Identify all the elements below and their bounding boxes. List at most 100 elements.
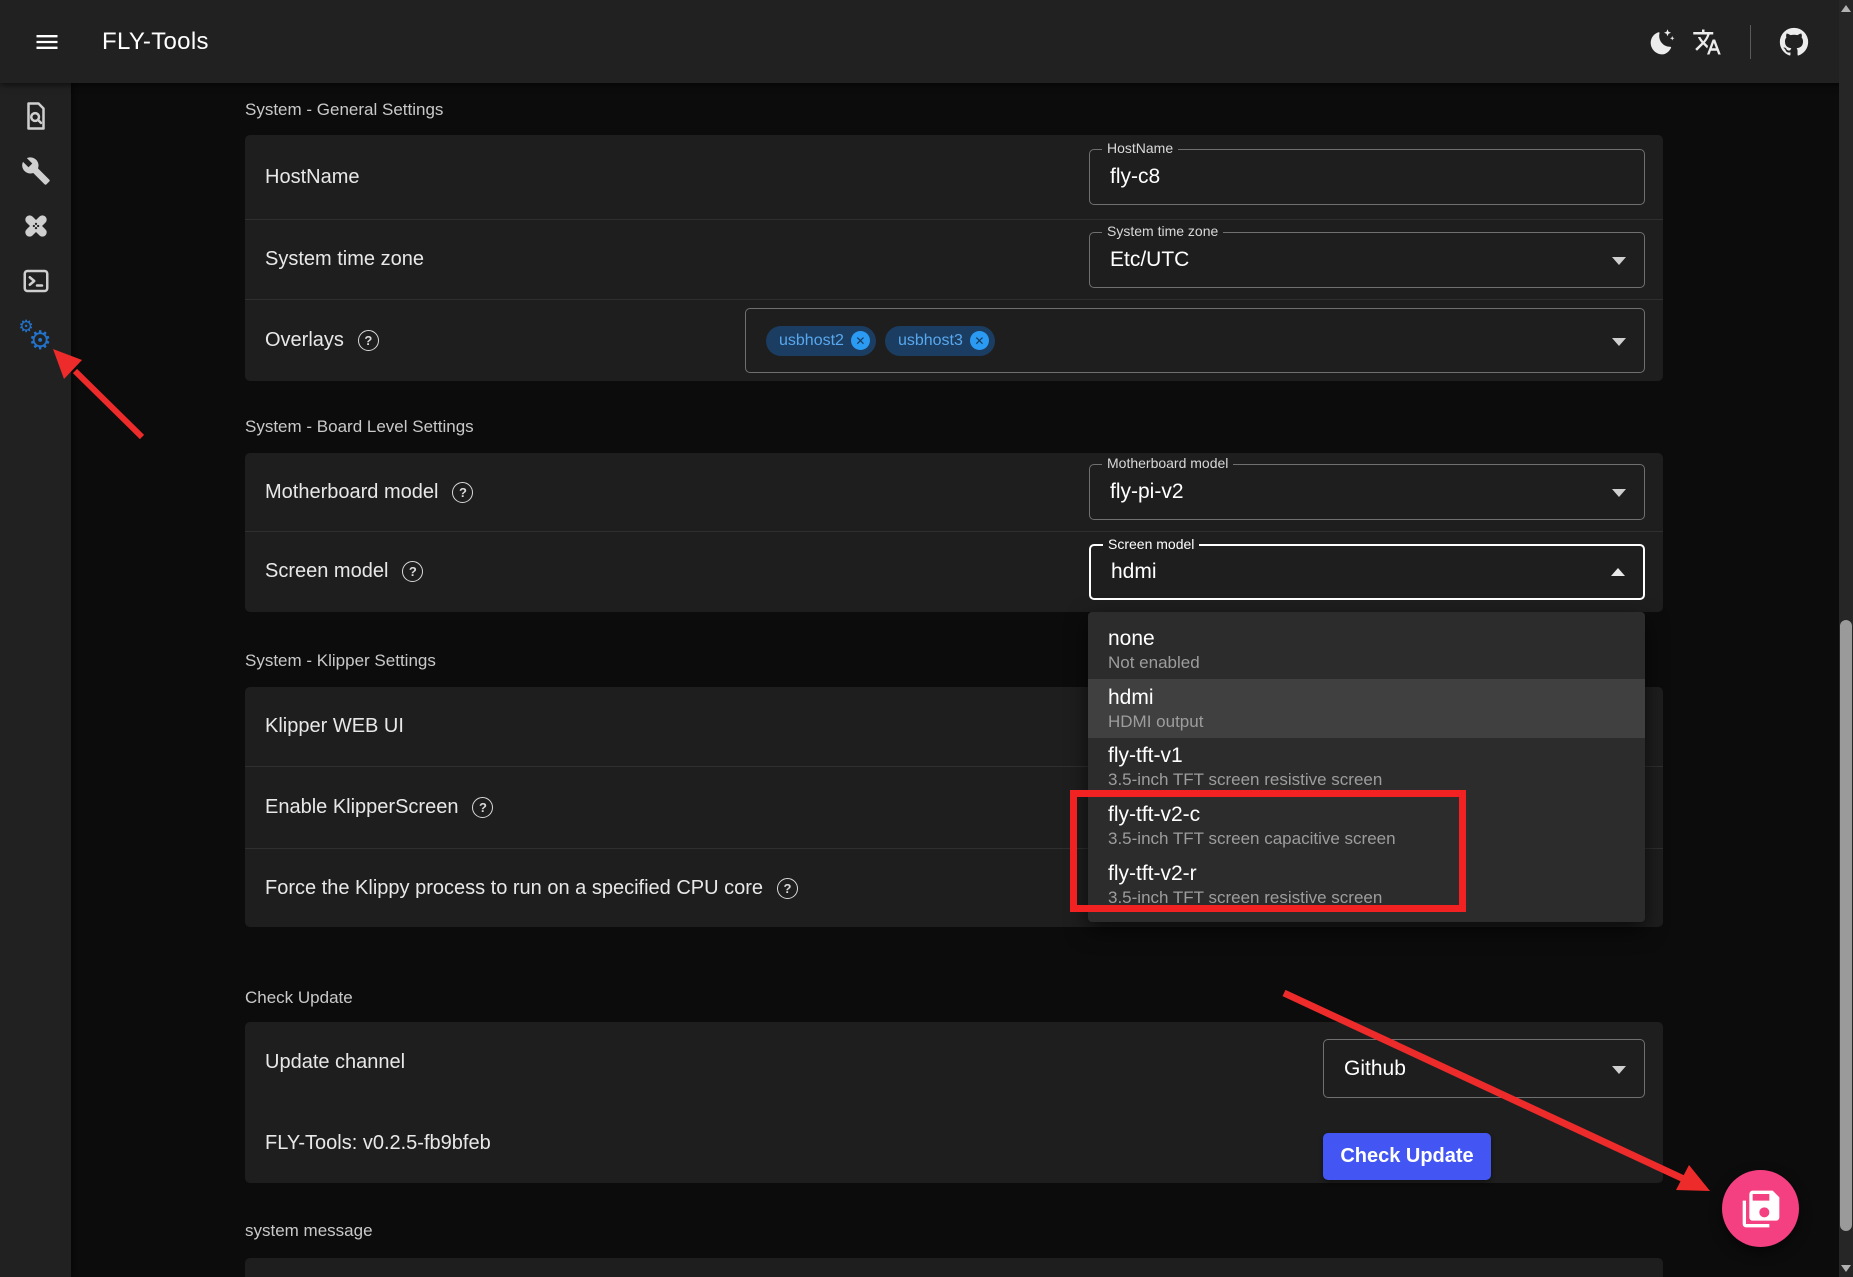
scrollbar[interactable] bbox=[1839, 0, 1853, 1277]
option-title: fly-tft-v2-c bbox=[1108, 802, 1625, 828]
help-icon[interactable] bbox=[452, 482, 473, 503]
hostname-field-label: HostName bbox=[1102, 140, 1178, 156]
option-title: none bbox=[1108, 626, 1625, 652]
wrench-icon bbox=[21, 156, 51, 186]
screen-model-label: Screen model bbox=[265, 560, 388, 583]
board-settings-card: Motherboard model Motherboard model fly-… bbox=[245, 453, 1663, 612]
motherboard-field-label: Motherboard model bbox=[1102, 455, 1233, 471]
motherboard-row: Motherboard model Motherboard model fly-… bbox=[245, 453, 1663, 531]
chevron-down-icon bbox=[1612, 489, 1626, 497]
option-subtitle: Not enabled bbox=[1108, 652, 1625, 673]
overlay-chip-label: usbhost2 bbox=[779, 332, 844, 350]
section-header-board: System - Board Level Settings bbox=[245, 417, 1045, 437]
menu-hamburger-button[interactable] bbox=[24, 19, 70, 65]
option-title: fly-tft-v2-r bbox=[1108, 861, 1625, 887]
help-icon[interactable] bbox=[358, 330, 379, 351]
option-title: fly-tft-v1 bbox=[1108, 743, 1625, 769]
screen-model-menu: none Not enabled hdmi HDMI output fly-tf… bbox=[1088, 612, 1645, 922]
motherboard-field-value: fly-pi-v2 bbox=[1110, 480, 1184, 504]
hostname-field-value: fly-c8 bbox=[1110, 165, 1160, 189]
timezone-field-value: Etc/UTC bbox=[1110, 248, 1189, 272]
menu-option-fly-tft-v2-r[interactable]: fly-tft-v2-r 3.5-inch TFT screen resisti… bbox=[1088, 855, 1645, 914]
section-header-message: system message bbox=[245, 1221, 1045, 1241]
timezone-label: System time zone bbox=[265, 248, 424, 271]
screen-model-row: Screen model Screen model hdmi bbox=[245, 531, 1663, 611]
appbar-divider bbox=[1750, 25, 1751, 59]
version-label: FLY-Tools: v0.2.5-fb9bfeb bbox=[265, 1132, 491, 1155]
timezone-select[interactable]: System time zone Etc/UTC bbox=[1089, 232, 1645, 288]
chevron-up-icon bbox=[1611, 568, 1625, 576]
menu-option-fly-tft-v1[interactable]: fly-tft-v1 3.5-inch TFT screen resistive… bbox=[1088, 738, 1645, 797]
section-header-klipper: System - Klipper Settings bbox=[245, 651, 1045, 671]
scroll-down-arrow-icon[interactable] bbox=[1841, 1265, 1851, 1272]
option-subtitle: 3.5-inch TFT screen resistive screen bbox=[1108, 769, 1625, 790]
github-icon bbox=[1777, 25, 1811, 59]
sidebar-nav: ⚙⚙ bbox=[0, 83, 71, 1277]
overlays-row: Overlays usbhost2 usbhost3 bbox=[245, 299, 1663, 380]
update-channel-select[interactable]: Github bbox=[1323, 1039, 1645, 1098]
menu-option-fly-tft-v2-c[interactable]: fly-tft-v2-c 3.5-inch TFT screen capacit… bbox=[1088, 796, 1645, 855]
system-message-card bbox=[245, 1258, 1663, 1277]
sidebar-item-file-search[interactable] bbox=[11, 92, 61, 140]
hamburger-icon bbox=[33, 28, 61, 56]
help-icon[interactable] bbox=[777, 878, 798, 899]
moon-icon bbox=[1646, 27, 1676, 57]
general-settings-card: HostName HostName fly-c8 System time zon… bbox=[245, 135, 1663, 381]
app-bar: FLY-Tools bbox=[0, 0, 1853, 83]
sidebar-item-terminal[interactable] bbox=[11, 257, 61, 305]
save-fab-button[interactable] bbox=[1722, 1170, 1799, 1247]
chip-close-icon[interactable] bbox=[970, 331, 989, 350]
scrollbar-thumb[interactable] bbox=[1840, 620, 1852, 1231]
app-window: FLY-Tools bbox=[0, 0, 1853, 1277]
motherboard-select[interactable]: Motherboard model fly-pi-v2 bbox=[1089, 464, 1645, 520]
chevron-down-icon bbox=[1612, 338, 1626, 346]
help-icon[interactable] bbox=[472, 797, 493, 818]
screen-model-field-value: hdmi bbox=[1111, 560, 1157, 584]
github-link-button[interactable] bbox=[1771, 19, 1817, 65]
save-all-icon bbox=[1741, 1189, 1781, 1229]
klipper-webui-label: Klipper WEB UI bbox=[265, 715, 404, 738]
section-header-update: Check Update bbox=[245, 988, 1045, 1008]
chip-close-icon[interactable] bbox=[851, 331, 870, 350]
help-icon[interactable] bbox=[402, 561, 423, 582]
chevron-down-icon bbox=[1612, 257, 1626, 265]
klipperscreen-label: Enable KlipperScreen bbox=[265, 796, 458, 819]
bandage-icon bbox=[20, 210, 52, 242]
page-title: FLY-Tools bbox=[102, 28, 209, 56]
option-title: hdmi bbox=[1108, 685, 1625, 711]
section-header-general: System - General Settings bbox=[245, 100, 1045, 120]
motherboard-label: Motherboard model bbox=[265, 481, 438, 504]
option-subtitle: 3.5-inch TFT screen resistive screen bbox=[1108, 887, 1625, 908]
sidebar-item-system-settings[interactable]: ⚙⚙ bbox=[11, 312, 61, 360]
scroll-up-arrow-icon[interactable] bbox=[1841, 5, 1851, 12]
overlay-chip-label: usbhost3 bbox=[898, 332, 963, 350]
option-subtitle: HDMI output bbox=[1108, 711, 1625, 732]
translate-language-button[interactable] bbox=[1684, 19, 1730, 65]
overlay-chip: usbhost2 bbox=[766, 326, 876, 356]
check-update-card: Update channel FLY-Tools: v0.2.5-fb9bfeb… bbox=[245, 1022, 1663, 1183]
check-update-button[interactable]: Check Update bbox=[1323, 1133, 1491, 1180]
menu-option-hdmi[interactable]: hdmi HDMI output bbox=[1088, 679, 1645, 738]
gears-icon: ⚙⚙ bbox=[18, 318, 54, 354]
chevron-down-icon bbox=[1612, 1066, 1626, 1074]
overlays-select[interactable]: usbhost2 usbhost3 bbox=[745, 308, 1645, 373]
screen-model-field-label: Screen model bbox=[1103, 536, 1199, 552]
sidebar-item-tools[interactable] bbox=[11, 147, 61, 195]
hostname-row: HostName HostName fly-c8 bbox=[245, 135, 1663, 219]
timezone-row: System time zone System time zone Etc/UT… bbox=[245, 219, 1663, 299]
timezone-field-label: System time zone bbox=[1102, 223, 1223, 239]
klippy-cpu-label: Force the Klippy process to run on a spe… bbox=[265, 877, 763, 900]
overlays-label: Overlays bbox=[265, 329, 344, 352]
screen-model-select[interactable]: Screen model hdmi bbox=[1089, 544, 1645, 600]
update-channel-label: Update channel bbox=[265, 1051, 405, 1074]
sidebar-item-patches[interactable] bbox=[11, 202, 61, 250]
overlay-chip: usbhost3 bbox=[885, 326, 995, 356]
dark-mode-toggle-button[interactable] bbox=[1638, 19, 1684, 65]
hostname-label: HostName bbox=[265, 166, 359, 189]
hostname-input[interactable]: HostName fly-c8 bbox=[1089, 149, 1645, 205]
menu-option-none[interactable]: none Not enabled bbox=[1088, 620, 1645, 679]
update-channel-value: Github bbox=[1344, 1057, 1406, 1081]
translate-icon bbox=[1692, 27, 1722, 57]
terminal-icon bbox=[21, 266, 51, 296]
option-subtitle: 3.5-inch TFT screen capacitive screen bbox=[1108, 828, 1625, 849]
